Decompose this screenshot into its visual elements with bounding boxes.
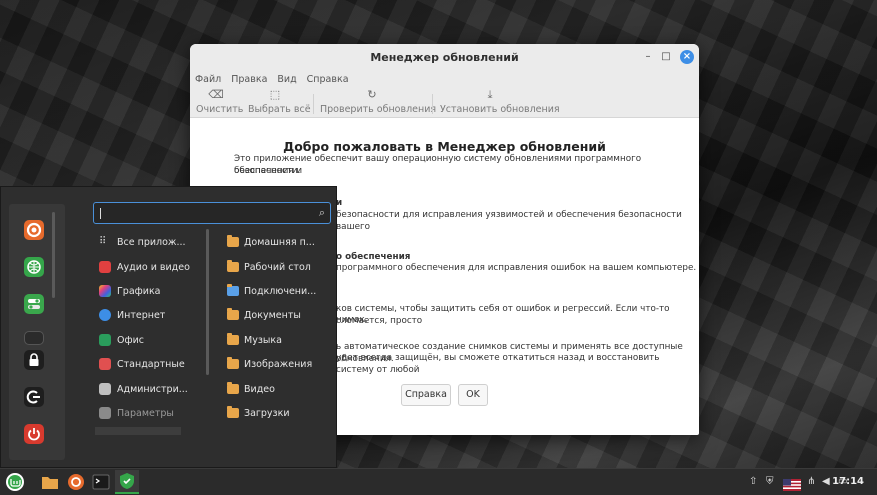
lock-icon[interactable]	[24, 350, 44, 370]
category-audio-video[interactable]: Аудио и видео	[99, 256, 209, 278]
menu-edit[interactable]: Правка	[231, 74, 267, 85]
folder-downloads-icon	[227, 406, 239, 418]
office-icon	[99, 334, 111, 346]
folder-desktop-icon	[227, 260, 239, 272]
category-partial-row	[95, 427, 181, 435]
security-text: безопасности для исправления уязвимостей…	[336, 210, 682, 232]
help-button[interactable]: Справка	[401, 384, 451, 406]
clear-button[interactable]: ⌫ Очистить	[196, 88, 243, 115]
place-pictures[interactable]: Изображения	[227, 353, 337, 375]
search-icon: ⌕	[318, 206, 325, 219]
folder-pictures-icon	[227, 357, 239, 369]
install-updates-button[interactable]: ⤓ Установить обновления	[440, 88, 560, 115]
software-text: программного обеспечения для исправления…	[336, 263, 697, 273]
admin-icon	[99, 383, 111, 395]
place-documents[interactable]: Документы	[227, 304, 337, 326]
mint-menu-icon[interactable]	[4, 472, 26, 492]
toolbar-separator	[313, 94, 314, 114]
volume-icon[interactable]: ◀	[822, 476, 830, 487]
toolbar: ⌫ Очистить ⬚ Выбрать всё ↻ Проверить обн…	[190, 88, 699, 118]
search-input[interactable]: ⌕	[93, 202, 331, 224]
folder-documents-icon	[227, 308, 239, 320]
shield-tray-icon[interactable]: ⛨	[766, 476, 774, 487]
internet-icon	[99, 309, 111, 321]
clock[interactable]: 17:14	[832, 476, 864, 487]
place-desktop[interactable]: Рабочий стол	[227, 256, 337, 278]
intro-text-line2: безопасности.	[234, 166, 301, 176]
category-graphics[interactable]: Графика	[99, 280, 209, 302]
update-manager-taskbar-icon[interactable]	[115, 470, 139, 494]
start-menu: ⌕ ⠿ Все прилож... Аудио и видео Графика …	[0, 186, 337, 468]
categories-scrollbar[interactable]	[206, 229, 209, 375]
power-icon[interactable]	[24, 424, 44, 444]
download-icon: ⤓	[487, 88, 493, 101]
maximize-icon[interactable]: □	[659, 50, 673, 64]
update-tray-icon[interactable]: ⇧	[749, 476, 757, 487]
grid-icon: ⠿	[99, 236, 107, 247]
firefox-taskbar-icon[interactable]	[66, 472, 86, 492]
ok-button[interactable]: OK	[458, 384, 488, 406]
category-office[interactable]: Офис	[99, 329, 209, 351]
logout-icon[interactable]	[24, 387, 44, 407]
menu-file[interactable]: Файл	[195, 74, 221, 85]
menu-view[interactable]: Вид	[277, 74, 296, 85]
folder-videos-icon	[227, 382, 239, 394]
category-preferences[interactable]: Параметры	[99, 402, 209, 424]
menubar: Файл Правка Вид Справка	[190, 70, 699, 88]
system-settings-icon[interactable]	[24, 294, 44, 314]
firefox-icon[interactable]	[24, 220, 44, 240]
network-tray-icon[interactable]: ⋔	[807, 476, 815, 487]
terminal-taskbar-icon[interactable]	[91, 472, 111, 492]
terminal-icon[interactable]	[24, 331, 44, 345]
place-network[interactable]: Подключени...	[227, 280, 337, 302]
window-titlebar[interactable]: Менеджер обновлений – □ ×	[190, 44, 699, 70]
refresh-icon: ↻	[367, 88, 377, 101]
folder-home-icon	[227, 235, 239, 247]
place-home[interactable]: Домашняя п...	[227, 231, 337, 253]
place-downloads[interactable]: Загрузки	[227, 402, 337, 424]
settings-icon	[99, 407, 111, 419]
intro-text-line1: Это приложение обеспечит вашу операционн…	[234, 154, 642, 176]
window-title: Менеджер обновлений	[370, 50, 519, 64]
close-icon[interactable]: ×	[680, 50, 694, 64]
toolbar-separator	[432, 94, 433, 114]
minimize-icon[interactable]: –	[641, 50, 655, 64]
welcome-title: Добро пожаловать в Менеджер обновлений	[283, 139, 606, 154]
favorites-scrollbar[interactable]	[52, 212, 55, 298]
folder-music-icon	[227, 333, 239, 345]
snapshot-text-line1: ков системы, чтобы защитить себя от ошиб…	[336, 304, 670, 326]
select-all-icon: ⬚	[269, 88, 281, 101]
media-icon	[99, 261, 111, 273]
select-all-button[interactable]: ⬚ Выбрать всё	[248, 88, 311, 115]
snapshot-text-line2: нимок.	[336, 315, 368, 325]
place-videos[interactable]: Видео	[227, 378, 337, 400]
check-updates-button[interactable]: ↻ Проверить обновления	[320, 88, 436, 115]
software-manager-icon[interactable]	[24, 257, 44, 277]
category-internet[interactable]: Интернет	[99, 304, 209, 326]
category-accessories[interactable]: Стандартные	[99, 353, 209, 375]
auto-text-line2: удет всегда защищён, вы сможете откатить…	[336, 353, 660, 375]
clear-icon: ⌫	[208, 88, 224, 101]
place-music[interactable]: Музыка	[227, 329, 337, 351]
text-cursor	[100, 208, 101, 219]
files-icon[interactable]	[40, 472, 60, 492]
menu-help[interactable]: Справка	[307, 74, 349, 85]
favorites-panel	[9, 204, 65, 460]
accessories-icon	[99, 358, 111, 370]
keyboard-layout-flag-icon[interactable]	[783, 476, 801, 491]
category-administration[interactable]: Администри...	[99, 378, 209, 400]
graphics-icon	[99, 285, 111, 297]
category-all-apps[interactable]: ⠿ Все прилож...	[99, 231, 209, 253]
network-icon	[227, 284, 239, 296]
taskbar: ⇧ ⛨ ⋔ ◀ ▭ 17:14	[0, 468, 877, 495]
